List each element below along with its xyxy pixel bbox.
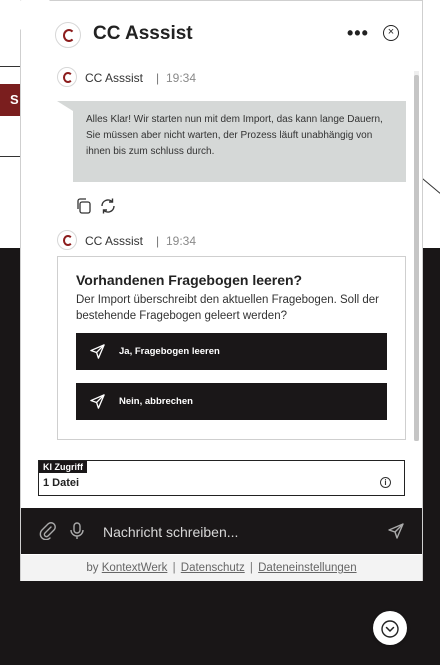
assistant-avatar-icon <box>57 67 77 87</box>
paperclip-icon[interactable] <box>39 522 57 540</box>
ai-access-tag: KI Zugriff <box>39 461 87 473</box>
chat-header: CC Asssist ••• × <box>21 1 422 65</box>
chat-panel: CC Asssist ••• × CC Asssist | 19:34 Alle… <box>20 0 423 581</box>
confirmation-card: Vorhandenen Fragebogen leeren? Der Impor… <box>57 256 406 440</box>
footer-separator: | <box>172 562 176 574</box>
meta-separator: | <box>156 234 160 248</box>
confirm-clear-button[interactable]: Ja, Fragebogen leeren <box>76 333 387 370</box>
message-input[interactable] <box>101 519 375 545</box>
footer-separator: | <box>249 562 253 574</box>
privacy-link[interactable]: Datenschutz <box>181 562 245 574</box>
assistant-logo-icon <box>55 22 81 48</box>
file-settings-link[interactable]: Dateneinstellungen <box>258 562 356 574</box>
card-text: Der Import überschreibt den aktuellen Fr… <box>76 294 380 322</box>
button-label: Nein, abbrechen <box>119 396 193 407</box>
message-composer <box>21 508 422 554</box>
chevron-down-icon <box>381 620 399 638</box>
footer-prefix: by <box>86 562 99 574</box>
cancel-button[interactable]: Nein, abbrechen <box>76 383 387 420</box>
bubble-tail <box>57 101 73 111</box>
brand-link[interactable]: KontextWerk <box>102 562 168 574</box>
close-icon[interactable]: × <box>383 25 399 41</box>
scroll-down-button[interactable] <box>373 611 407 645</box>
chat-title: CC Asssist <box>93 23 193 44</box>
message-time: 19:34 <box>166 234 197 248</box>
send-icon[interactable] <box>387 522 405 540</box>
info-icon[interactable]: i <box>380 477 391 488</box>
chat-footer: by KontextWerk | Datenschutz | Dateneins… <box>21 555 422 581</box>
meta-separator: | <box>156 71 160 85</box>
assistant-avatar-icon <box>57 230 77 250</box>
send-icon <box>90 344 105 359</box>
card-title: Vorhandenen Fragebogen leeren? <box>76 272 303 288</box>
chat-scrollbar-thumb[interactable] <box>414 75 419 441</box>
message-time: 19:34 <box>166 71 197 85</box>
microphone-icon[interactable] <box>69 522 85 540</box>
copy-icon[interactable] <box>76 198 92 214</box>
button-label: Ja, Fragebogen leeren <box>119 346 220 357</box>
message-sender: CC Asssist <box>85 71 144 85</box>
ai-access-box[interactable]: KI Zugriff 1 Datei i <box>38 460 405 496</box>
message-sender: CC Asssist <box>85 234 144 248</box>
more-options-icon[interactable]: ••• <box>347 23 369 44</box>
panel-corner-edge <box>20 0 51 1</box>
file-count: 1 Datei <box>43 477 80 489</box>
refresh-icon[interactable] <box>99 197 117 215</box>
send-icon <box>90 394 105 409</box>
message-bubble: Alles Klar! Wir starten nun mit dem Impo… <box>73 101 406 182</box>
